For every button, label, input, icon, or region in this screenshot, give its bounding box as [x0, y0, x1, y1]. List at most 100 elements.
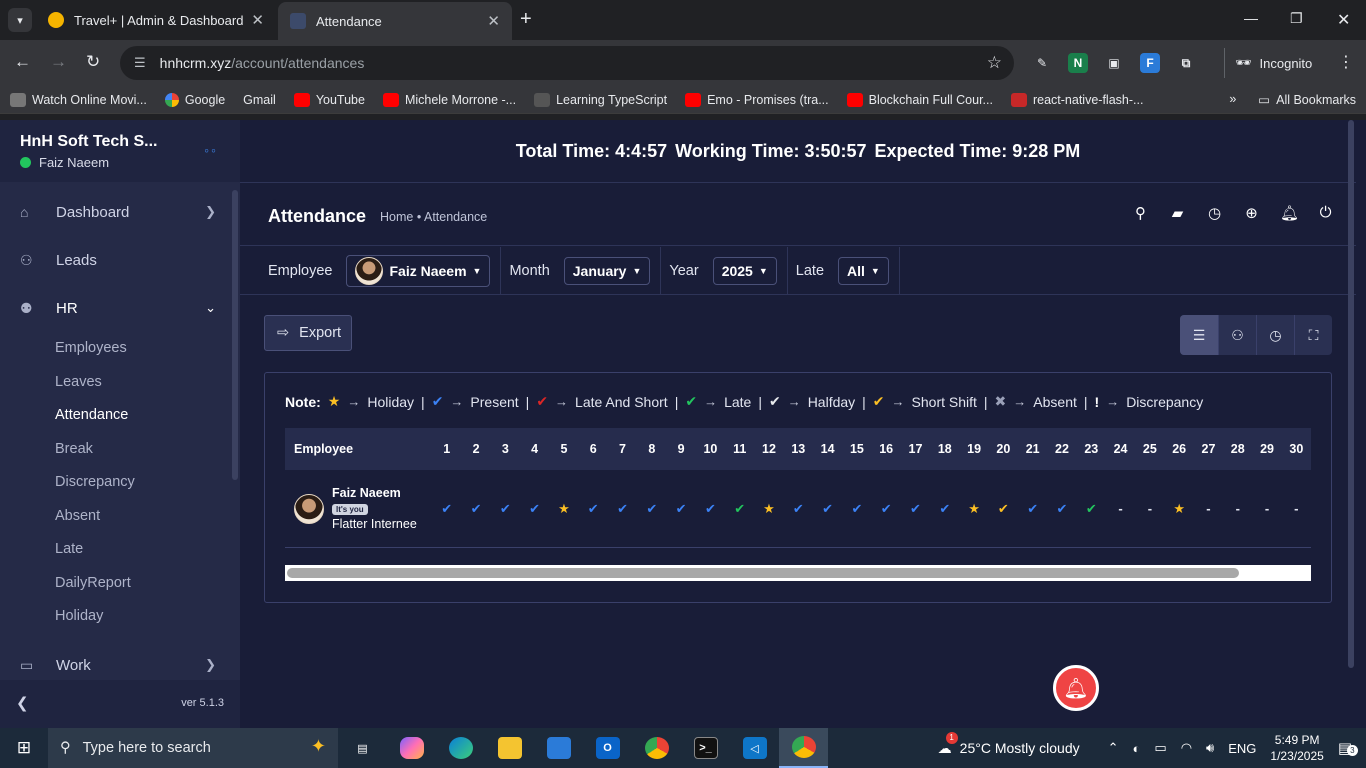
late-dropdown[interactable]: All ▼ — [838, 257, 889, 285]
attendance-mark-present[interactable]: ✔ — [901, 501, 930, 517]
attendance-mark-present[interactable]: ✔ — [637, 501, 666, 517]
attendance-mark-present[interactable]: ✔ — [1047, 501, 1076, 517]
sidebar-sub-dailyreport[interactable]: DailyReport — [55, 575, 131, 591]
notification-center-icon[interactable]: ▤ 3 — [1338, 739, 1358, 757]
language-indicator[interactable]: ENG — [1228, 741, 1256, 756]
sidebar-item-leads[interactable]: ⚇ Leads — [0, 240, 232, 280]
bookmark-item[interactable]: Gmail — [243, 93, 276, 107]
sticky-note-icon[interactable]: ▰ — [1169, 204, 1186, 222]
sidebar-item-hr[interactable]: ⚉ HR ⌄ — [0, 288, 232, 328]
attendance-mark-holiday[interactable]: ★ — [1165, 501, 1194, 517]
bookmark-item[interactable]: YouTube — [293, 92, 365, 107]
attendance-mark-short[interactable]: ✔ — [989, 501, 1018, 517]
bookmark-item[interactable]: Emo - Promises (tra... — [685, 92, 829, 107]
scrollbar-thumb[interactable] — [287, 568, 1239, 578]
copilot-app[interactable] — [387, 728, 436, 768]
task-view-button[interactable]: ▤ — [338, 728, 387, 768]
sidebar-scrollbar[interactable] — [232, 190, 238, 480]
export-button[interactable]: ⇨ Export — [264, 315, 353, 351]
new-tab-button[interactable]: + — [520, 8, 532, 31]
more-bookmarks-icon[interactable]: » — [1229, 92, 1236, 107]
attendance-mark-present[interactable]: ✔ — [842, 501, 871, 517]
sidebar-sub-holiday[interactable]: Holiday — [55, 608, 103, 624]
attendance-mark-present[interactable]: ✔ — [784, 501, 813, 517]
chrome-app[interactable] — [632, 728, 681, 768]
search-icon[interactable]: ⚲ — [1132, 204, 1149, 222]
attendance-mark-present[interactable]: ✔ — [432, 501, 461, 517]
incognito-indicator[interactable]: 🕶 Incognito — [1224, 48, 1324, 78]
attendance-mark-present[interactable]: ✔ — [491, 501, 520, 517]
sidebar-sub-leaves[interactable]: Leaves — [55, 374, 102, 390]
windows-start-icon[interactable]: ⊞ — [0, 738, 48, 758]
bookmark-item[interactable]: Michele Morrone -... — [382, 92, 516, 107]
sidebar-sub-employees[interactable]: Employees — [55, 340, 127, 356]
chrome-incognito-app[interactable] — [779, 728, 828, 768]
battery-icon[interactable]: ▭ — [1154, 740, 1166, 756]
bookmark-item[interactable]: Google — [164, 92, 225, 107]
meet-icon[interactable]: ◐ — [1133, 741, 1141, 756]
all-bookmarks-button[interactable]: ▭ All Bookmarks — [1258, 92, 1356, 108]
outlook-app[interactable]: O — [583, 728, 632, 768]
site-info-icon[interactable]: ☰ — [134, 55, 146, 71]
attendance-mark-holiday[interactable]: ★ — [959, 501, 988, 517]
user-view-icon[interactable]: ⚇ — [1218, 315, 1256, 355]
breadcrumb[interactable]: Home • Attendance — [380, 210, 487, 224]
file-explorer-app[interactable] — [485, 728, 534, 768]
tab-attendance[interactable]: Attendance ✕ — [278, 2, 512, 40]
tab-search-button[interactable]: ▾ — [8, 8, 32, 32]
map-view-icon[interactable]: ⛶ — [1294, 315, 1332, 355]
attendance-mark-present[interactable]: ✔ — [872, 501, 901, 517]
sidebar-sub-attendance[interactable]: Attendance — [55, 407, 128, 423]
clock-view-icon[interactable]: ◷ — [1256, 315, 1294, 355]
sidebar-sub-discrepancy[interactable]: Discrepancy — [55, 474, 135, 490]
attendance-mark-present[interactable]: ✔ — [930, 501, 959, 517]
tab-close-icon[interactable]: ✕ — [251, 11, 264, 29]
minimize-icon[interactable]: — — [1244, 10, 1258, 26]
tray-overflow-icon[interactable]: ⌃ — [1108, 740, 1119, 756]
attendance-mark-late[interactable]: ✔ — [1077, 501, 1106, 517]
edge-app[interactable] — [436, 728, 485, 768]
sidebar-item-dashboard[interactable]: ⌂ Dashboard ❯ — [0, 192, 232, 232]
sidebar-sub-absent[interactable]: Absent — [55, 508, 100, 524]
clock[interactable]: 5:49 PM 1/23/2025 — [1270, 732, 1323, 764]
bookmark-item[interactable]: react-native-flash-... — [1010, 92, 1143, 107]
restore-icon[interactable]: ❐ — [1290, 10, 1303, 27]
page-scrollbar[interactable] — [1348, 120, 1354, 668]
attendance-mark-present[interactable]: ✔ — [608, 501, 637, 517]
add-circle-icon[interactable]: ⊕ — [1243, 204, 1260, 222]
tab-close-icon[interactable]: ✕ — [487, 12, 500, 30]
vscode-app[interactable]: ◁ — [730, 728, 779, 768]
sidebar-sub-break[interactable]: Break — [55, 441, 93, 457]
attendance-mark-late[interactable]: ✔ — [725, 501, 754, 517]
bookmark-star-icon[interactable]: ☆ — [987, 53, 1002, 73]
volume-icon[interactable]: 🔊︎ — [1206, 740, 1214, 756]
clock-icon[interactable]: ◷ — [1206, 204, 1223, 222]
window-extension-icon[interactable]: ▣ — [1104, 53, 1124, 73]
table-horizontal-scrollbar[interactable] — [285, 565, 1311, 581]
collapse-sidebar-icon[interactable]: ❮ — [16, 694, 29, 712]
bookmark-item[interactable]: Learning TypeScript — [534, 92, 667, 107]
employee-name[interactable]: Faiz Naeem — [332, 486, 417, 500]
taskbar-search[interactable]: ⚲ Type here to search ✦ — [48, 728, 338, 768]
terminal-app[interactable]: >_ — [681, 728, 730, 768]
attendance-mark-holiday[interactable]: ★ — [549, 501, 578, 517]
tab-travel-admin[interactable]: Travel+ | Admin & Dashboard ✕ — [36, 0, 276, 40]
attendance-mark-present[interactable]: ✔ — [520, 501, 549, 517]
bookmark-item[interactable]: Watch Online Movi... — [10, 92, 147, 107]
n-extension-icon[interactable]: N — [1068, 53, 1088, 73]
store-app[interactable] — [534, 728, 583, 768]
sidebar-sub-late[interactable]: Late — [55, 541, 83, 557]
bookmark-item[interactable]: Blockchain Full Cour... — [846, 92, 993, 107]
list-view-icon[interactable]: ☰ — [1180, 315, 1218, 355]
attendance-mark-holiday[interactable]: ★ — [754, 501, 783, 517]
month-dropdown[interactable]: January ▼ — [563, 257, 651, 285]
weather-widget[interactable]: ☁ 1 25°C Mostly cloudy — [938, 731, 1080, 757]
power-icon[interactable]: ⏻ — [1317, 204, 1334, 222]
attendance-mark-present[interactable]: ✔ — [666, 501, 695, 517]
fi-extension-icon[interactable]: F — [1140, 53, 1160, 73]
attendance-mark-present[interactable]: ✔ — [461, 501, 490, 517]
year-dropdown[interactable]: 2025 ▼ — [712, 257, 777, 285]
attendance-mark-present[interactable]: ✔ — [696, 501, 725, 517]
sidebar-item-work[interactable]: ▭ Work ❯ — [0, 645, 232, 685]
browser-menu-icon[interactable]: ⋮ — [1338, 52, 1354, 72]
